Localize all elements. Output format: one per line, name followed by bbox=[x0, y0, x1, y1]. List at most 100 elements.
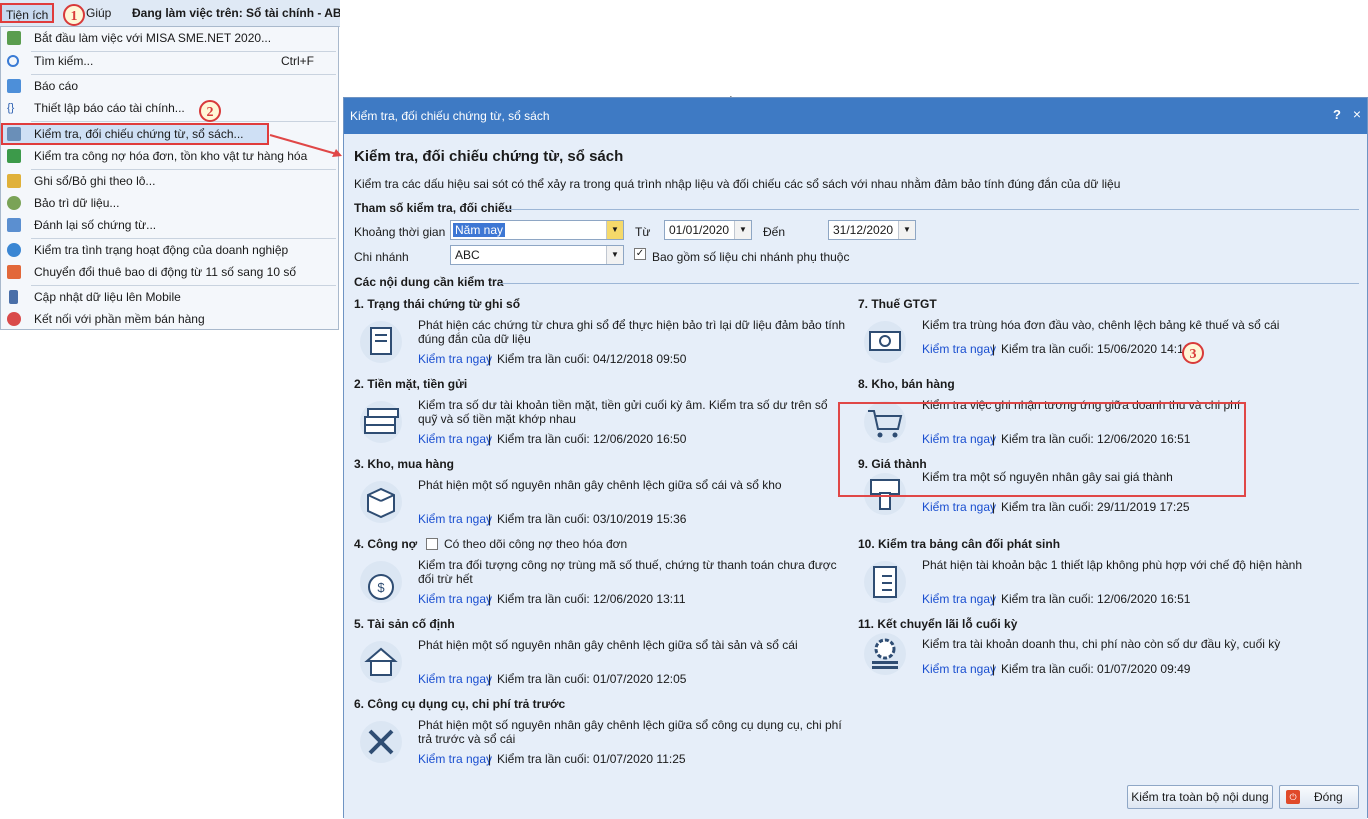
last-checked: Kiểm tra lần cuối: 01/07/2020 12:05 bbox=[497, 672, 687, 686]
menu-item-label: Kiểm tra tình trạng hoạt động của doanh … bbox=[34, 243, 289, 257]
menu-item-connect-sales[interactable]: Kết nối với phần mềm bán hàng bbox=[1, 308, 338, 330]
run-check-link[interactable]: Kiểm tra ngay bbox=[418, 752, 492, 766]
chevron-down-icon[interactable]: ▼ bbox=[606, 246, 623, 264]
dialog-body: Kiểm tra, đối chiếu chứng từ, sổ sách Ki… bbox=[344, 134, 1367, 819]
separator: | bbox=[488, 592, 492, 606]
chevron-down-icon[interactable]: ▼ bbox=[734, 221, 751, 239]
check-all-button[interactable]: Kiểm tra toàn bộ nội dung bbox=[1127, 785, 1273, 809]
run-check-link[interactable]: Kiểm tra ngay bbox=[418, 432, 492, 446]
to-label: Đến bbox=[763, 225, 786, 239]
params-section-title: Tham số kiểm tra, đối chiếu bbox=[354, 201, 513, 215]
separator: | bbox=[488, 352, 492, 366]
run-check-link[interactable]: Kiểm tra ngay bbox=[418, 512, 492, 526]
period-label: Khoảng thời gian bbox=[354, 225, 446, 239]
separator: | bbox=[488, 512, 492, 526]
run-check-link[interactable]: Kiểm tra ngay bbox=[922, 342, 996, 356]
tien-ich-dropdown: Bắt đầu làm việc với MISA SME.NET 2020..… bbox=[0, 26, 339, 330]
contents-section-title: Các nội dung cần kiểm tra bbox=[354, 275, 504, 289]
track-debt-by-invoice-checkbox[interactable] bbox=[426, 538, 438, 550]
item-title: 6. Công cụ dụng cụ, chi phí trả trước bbox=[354, 697, 566, 711]
period-select[interactable]: Năm nay ▼ bbox=[450, 220, 624, 240]
item-description: Kiểm tra đối tượng công nợ trùng mã số t… bbox=[418, 558, 837, 586]
check-item-11: 11. Kết chuyển lãi lỗ cuối kỳ Kiểm tra t… bbox=[858, 617, 1348, 697]
callout-1: 1 bbox=[63, 4, 85, 26]
menu-item-maintenance[interactable]: Bảo trì dữ liệu... bbox=[1, 192, 338, 214]
dialog-heading: Kiểm tra, đối chiếu chứng từ, sổ sách bbox=[354, 148, 624, 165]
last-checked: Kiểm tra lần cuối: 12/06/2020 13:11 bbox=[497, 592, 686, 606]
item-title: 7. Thuế GTGT bbox=[858, 297, 937, 311]
track-debt-by-invoice-label: Có theo dõi công nợ theo hóa đơn bbox=[444, 537, 628, 551]
start-icon bbox=[7, 31, 21, 45]
power-icon: ⏻ bbox=[1286, 790, 1300, 804]
section-divider bbox=[504, 209, 1359, 210]
run-check-link[interactable]: Kiểm tra ngay bbox=[922, 500, 996, 514]
highlight-box-item-8 bbox=[838, 402, 1246, 497]
document-feather-icon bbox=[360, 321, 402, 363]
section-divider bbox=[500, 283, 1359, 284]
last-checked: Kiểm tra lần cuối: 03/10/2019 15:36 bbox=[497, 512, 687, 526]
to-date-picker[interactable]: 31/12/2020 ▼ bbox=[828, 220, 916, 240]
last-checked: Kiểm tra lần cuối: 01/07/2020 09:49 bbox=[1001, 662, 1191, 676]
tax-bill-icon bbox=[864, 321, 906, 363]
branch-select[interactable]: ABC ▼ bbox=[450, 245, 624, 265]
menu-item-check-documents[interactable]: Kiểm tra, đối chiếu chứng từ, sổ sách... bbox=[1, 123, 269, 145]
menu-item-mobile[interactable]: Cập nhật dữ liệu lên Mobile bbox=[1, 286, 338, 308]
branch-value: ABC bbox=[455, 248, 480, 262]
menu-item-shortcut: Ctrl+F bbox=[281, 54, 314, 68]
callout-2: 2 bbox=[199, 100, 221, 122]
separator: | bbox=[992, 342, 996, 356]
formula-icon: {} bbox=[7, 102, 15, 114]
from-date-value: 01/01/2020 bbox=[669, 223, 730, 237]
close-button[interactable]: ⏻ Đóng bbox=[1279, 785, 1359, 809]
separator: | bbox=[992, 500, 996, 514]
check-item-5: 5. Tài sản cố định Phát hiện một số nguy… bbox=[354, 617, 844, 697]
chevron-down-icon[interactable]: ▼ bbox=[898, 221, 915, 239]
tools-icon bbox=[360, 721, 402, 763]
menu-item-batch-post[interactable]: Ghi sổ/Bỏ ghi theo lô... bbox=[1, 170, 338, 192]
menu-item-search[interactable]: Tìm kiếm... Ctrl+F bbox=[1, 50, 338, 72]
menu-item-label: Kiểm tra, đối chiếu chứng từ, sổ sách... bbox=[34, 127, 244, 141]
item-description: Phát hiện tài khoản bậc 1 thiết lập khôn… bbox=[922, 558, 1303, 572]
menu-item-label: Tìm kiếm... bbox=[34, 54, 94, 68]
item-description: Kiểm tra trùng hóa đơn đầu vào, chênh lệ… bbox=[922, 318, 1280, 332]
run-check-link[interactable]: Kiểm tra ngay bbox=[418, 352, 492, 366]
item-title: 8. Kho, bán hàng bbox=[858, 377, 955, 391]
item-title: 5. Tài sản cố định bbox=[354, 617, 455, 631]
dialog-title: Kiểm tra, đối chiếu chứng từ, sổ sách bbox=[350, 109, 550, 123]
check-item-6: 6. Công cụ dụng cụ, chi phí trả trước Ph… bbox=[354, 697, 844, 777]
from-date-picker[interactable]: 01/01/2020 ▼ bbox=[664, 220, 752, 240]
callout-arrow bbox=[269, 134, 342, 157]
run-check-link[interactable]: Kiểm tra ngay bbox=[922, 662, 996, 676]
help-icon[interactable]: ? bbox=[1333, 107, 1341, 122]
menu-item-label: Cập nhật dữ liệu lên Mobile bbox=[34, 290, 181, 304]
menu-item-start[interactable]: Bắt đầu làm việc với MISA SME.NET 2020..… bbox=[1, 27, 338, 49]
include-sub-branch-checkbox[interactable]: ✓ bbox=[634, 248, 646, 260]
search-icon bbox=[7, 55, 19, 67]
run-check-link[interactable]: Kiểm tra ngay bbox=[418, 592, 492, 606]
menu-item-phone-convert[interactable]: Chuyển đổi thuê bao di động từ 11 số san… bbox=[1, 261, 338, 283]
report-icon bbox=[7, 79, 21, 93]
check-icon bbox=[7, 149, 21, 163]
run-check-link[interactable]: Kiểm tra ngay bbox=[922, 592, 996, 606]
menu-giup[interactable]: Giúp bbox=[86, 3, 111, 23]
box-icon bbox=[360, 481, 402, 523]
mobile-icon bbox=[9, 290, 18, 304]
last-checked: Kiểm tra lần cuối: 29/11/2019 17:25 bbox=[1001, 500, 1190, 514]
check-item-7: 7. Thuế GTGT Kiểm tra trùng hóa đơn đầu … bbox=[858, 297, 1348, 377]
menu-item-label: Đánh lại số chứng từ... bbox=[34, 218, 157, 232]
workspace-title: Đang làm việc trên: Sổ tài chính - ABC bbox=[132, 6, 340, 20]
close-icon[interactable]: × bbox=[1353, 106, 1361, 122]
check-item-3: 3. Kho, mua hàng Phát hiện một số nguyên… bbox=[354, 457, 844, 537]
menu-item-business-status[interactable]: Kiểm tra tình trạng hoạt động của doanh … bbox=[1, 239, 338, 261]
menu-tien-ich[interactable]: Tiện ích bbox=[0, 3, 55, 23]
menu-item-renumber[interactable]: Đánh lại số chứng từ... bbox=[1, 214, 338, 236]
menu-item-label: Bảo trì dữ liệu... bbox=[34, 196, 120, 210]
chevron-down-icon[interactable]: ▼ bbox=[606, 221, 623, 239]
check-item-1: 1. Trạng thái chứng từ ghi sổ Phát hiện … bbox=[354, 297, 845, 377]
run-check-link[interactable]: Kiểm tra ngay bbox=[418, 672, 492, 686]
close-button-label: Đóng bbox=[1314, 790, 1343, 804]
menu-item-report[interactable]: Báo cáo bbox=[1, 75, 338, 97]
callout-3: 3 bbox=[1182, 342, 1204, 364]
item-title: 3. Kho, mua hàng bbox=[354, 457, 455, 471]
menu-item-financial-report-setup[interactable]: {} Thiết lập báo cáo tài chính... bbox=[1, 97, 338, 119]
